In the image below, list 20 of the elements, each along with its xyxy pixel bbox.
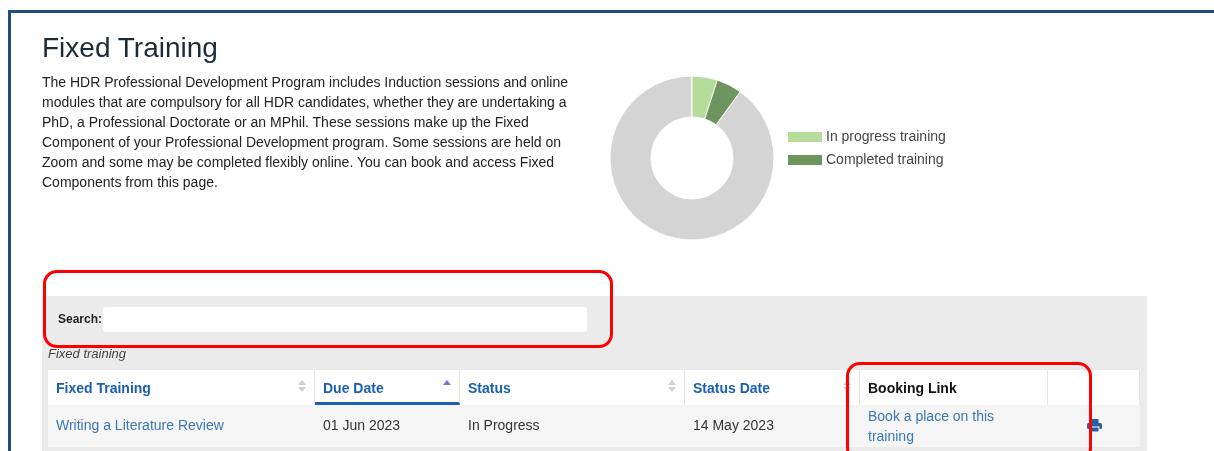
print-icon[interactable] [1086,419,1102,432]
table-caption: Fixed training [47,345,127,363]
legend-label: In progress training [826,127,946,146]
intro-paragraph: The HDR Professional Development Program includes Induction sessions and online modules that are compulsory for all HDR candidates, whether they are undertaking a PhD, a Professional Doctorate or an MPhil. These sessions make up the Fixed Component of your Professional Development program. Some sessions are held on Zoom and some may be completed flexibly online. You can book and access Fixed Components from this page. [42,73,570,192]
booking-link[interactable]: Book a place on this training [868,405,1018,446]
table-cell: In Progress [468,417,540,433]
legend-label: Completed training [826,150,944,169]
column-header: Booking Link [860,369,1048,405]
sort-icon [668,379,676,392]
column-header[interactable]: Status [460,369,685,405]
sort-icon [443,379,451,385]
column-header[interactable]: Status Date [685,369,860,405]
table-cell: 01 Jun 2023 [323,417,401,433]
column-header[interactable]: Fixed Training [48,369,315,405]
page-title: Fixed Training [42,31,219,65]
table-cell: 14 May 2023 [693,417,774,433]
sort-icon [843,379,851,392]
training-link[interactable]: Writing a Literature Review [56,417,224,433]
search-label: Search: [58,311,103,328]
sort-icon [298,379,306,392]
